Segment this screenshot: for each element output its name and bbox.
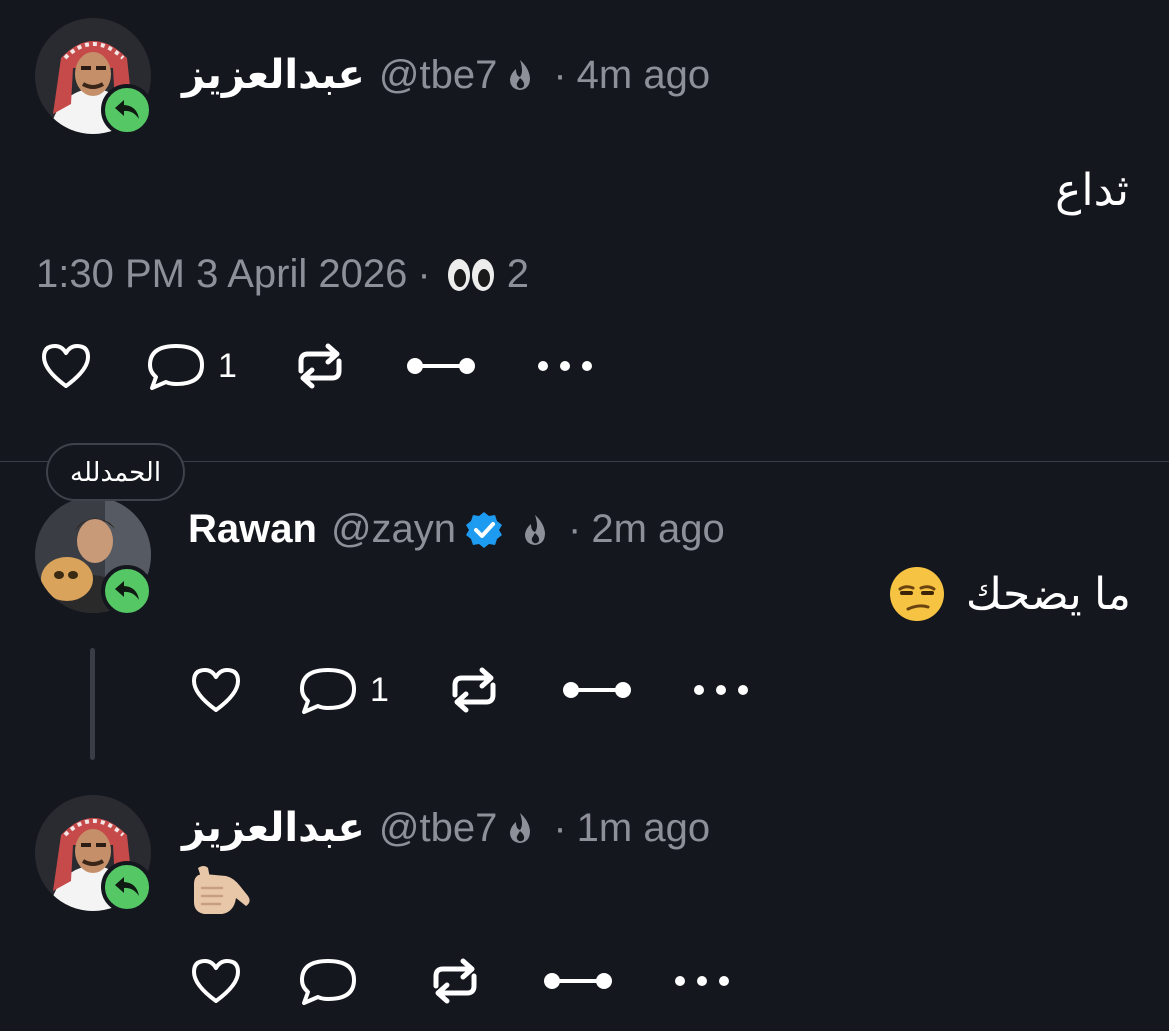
post-body: ما يضحك	[868, 565, 1131, 623]
time-ago[interactable]: 2m ago	[591, 507, 724, 552]
link-icon	[544, 973, 612, 989]
reply-count: 1	[370, 670, 389, 709]
heart-icon	[192, 668, 240, 712]
repost-button[interactable]	[426, 956, 484, 1006]
action-bar	[190, 955, 732, 1007]
repost-icon	[433, 958, 477, 1004]
call-me-hand-emoji	[194, 866, 250, 914]
username-handle[interactable]: @tbe7	[379, 53, 497, 98]
action-bar: 1	[40, 340, 595, 392]
username-handle[interactable]: @tbe7	[379, 806, 497, 851]
separator: ·	[553, 52, 567, 97]
action-bar: 1	[190, 664, 751, 716]
eyes-icon	[447, 258, 494, 291]
heart-icon	[42, 344, 90, 388]
repost-icon	[452, 667, 496, 713]
display-name[interactable]: عبدالعزيز	[182, 805, 365, 851]
display-name[interactable]: عبدالعزيز	[182, 52, 365, 98]
link-icon	[562, 682, 631, 698]
comment-icon	[300, 668, 356, 714]
reply-badge-icon	[115, 877, 139, 896]
more-button[interactable]	[672, 973, 732, 989]
comment-button[interactable]: 1	[146, 340, 237, 392]
post-header: عبدالعزيز @tbe7 · 4m ago	[182, 52, 710, 98]
post-text: ثداع	[1055, 166, 1129, 215]
repost-button[interactable]	[445, 665, 503, 715]
comment-icon	[300, 959, 356, 1005]
post-meta: 1:30 PM 3 April 2026 · 2	[36, 252, 529, 297]
post-text: ما يضحك	[965, 569, 1131, 619]
fire-icon	[510, 813, 531, 843]
like-button[interactable]	[40, 342, 92, 390]
unamused-face-emoji	[889, 567, 944, 621]
comment-button[interactable]	[298, 955, 370, 1007]
reply-badge-icon	[115, 581, 139, 600]
display-name[interactable]: Rawan	[188, 507, 317, 552]
separator: ·	[417, 252, 431, 296]
more-icon	[675, 976, 729, 986]
link-button[interactable]	[561, 678, 633, 702]
separator: ·	[568, 507, 582, 551]
like-button[interactable]	[190, 666, 242, 714]
verified-icon	[466, 511, 503, 548]
post-timestamp[interactable]: 1:30 PM 3 April 2026	[36, 252, 407, 297]
repost-button[interactable]	[291, 341, 349, 391]
repost-icon	[298, 343, 342, 389]
more-icon	[693, 685, 748, 695]
view-count: 2	[506, 252, 529, 296]
reply-badge	[101, 565, 153, 617]
reply-badge	[101, 84, 153, 136]
more-button[interactable]	[535, 358, 595, 374]
separator: ·	[553, 805, 567, 850]
status-tag: الحمدلله	[46, 443, 186, 501]
post-header: Rawan @zayn · 2m ago	[188, 507, 725, 552]
heart-icon	[192, 959, 240, 1003]
time-ago[interactable]: 1m ago	[577, 806, 710, 851]
reply-badge	[101, 861, 153, 913]
link-icon	[406, 358, 475, 374]
thread-line	[90, 648, 95, 760]
time-ago[interactable]: 4m ago	[577, 53, 710, 98]
reply-badge-icon	[115, 100, 139, 119]
fire-icon	[525, 514, 546, 545]
username-handle[interactable]: @zayn	[331, 507, 456, 552]
post-header: عبدالعزيز @tbe7 · 1m ago	[182, 805, 710, 851]
fire-icon	[510, 60, 531, 90]
comment-icon	[148, 344, 204, 390]
comment-button[interactable]: 1	[298, 664, 389, 716]
link-button[interactable]	[405, 354, 477, 378]
more-button[interactable]	[691, 682, 751, 698]
reply-count: 1	[218, 346, 237, 385]
more-icon	[537, 361, 592, 371]
like-button[interactable]	[190, 957, 242, 1005]
link-button[interactable]	[542, 969, 614, 993]
